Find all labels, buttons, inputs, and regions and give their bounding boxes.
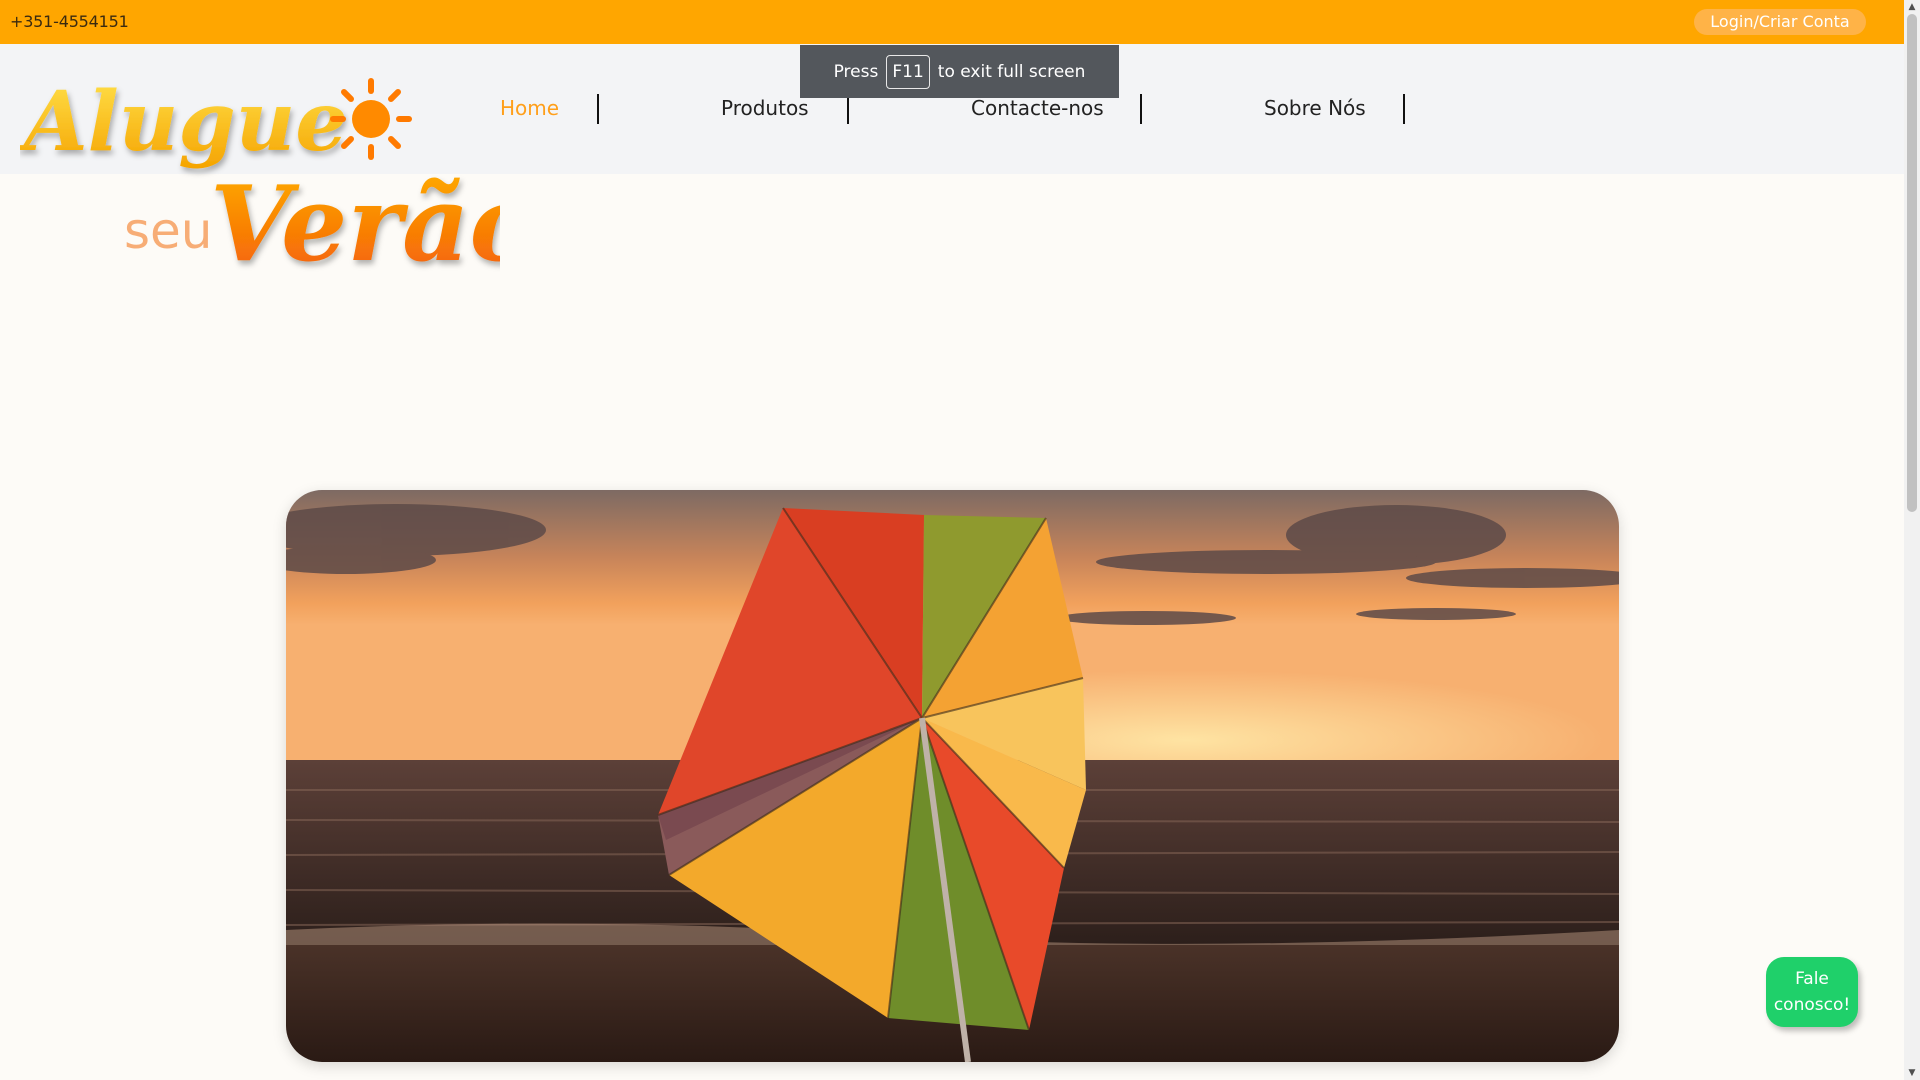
top-bar: +351-4554151 Login/Criar Conta [0,0,1904,44]
scrollbar[interactable]: ▲ ▼ [1904,0,1920,1080]
nav-divider [847,94,849,124]
logo-word-alugue: Alugue [20,74,348,170]
logo-word-verao: Verão [210,162,500,285]
hero-image [286,490,1619,1062]
chat-label-line1: Fale [1795,969,1829,989]
toast-suffix: to exit full screen [937,61,1086,82]
chat-label-line2: conosco! [1773,995,1851,1015]
nav-divider [1140,94,1142,124]
scrollbar-thumb[interactable] [1907,14,1917,512]
logo-graphic: Alugue seu Verão [17,74,539,285]
phone-number: +351-4554151 [10,12,129,31]
f11-key: F11 [886,54,930,89]
page: +351-4554151 Login/Criar Conta Alugue se… [0,0,1920,1080]
nav-divider [597,94,599,124]
scroll-up-arrow-icon[interactable]: ▲ [1904,0,1920,14]
sun-icon [330,78,412,160]
chat-button[interactable]: Fale conosco! [1766,957,1858,1027]
beach-umbrella-image [286,490,1619,1062]
login-button[interactable]: Login/Criar Conta [1694,9,1866,35]
nav-divider [1403,94,1405,124]
nav-contacte-nos[interactable]: Contacte-nos [971,96,1104,120]
fullscreen-exit-toast: Press F11 to exit full screen [800,45,1119,98]
toast-prefix: Press [833,61,879,82]
logo-word-seu: seu [124,202,213,260]
nav-produtos[interactable]: Produtos [721,96,809,120]
nav-sobre-nos[interactable]: Sobre Nós [1264,96,1366,120]
logo[interactable]: Alugue seu Verão [17,58,539,288]
nav-home[interactable]: Home [500,96,559,120]
scroll-down-arrow-icon[interactable]: ▼ [1904,1066,1920,1080]
